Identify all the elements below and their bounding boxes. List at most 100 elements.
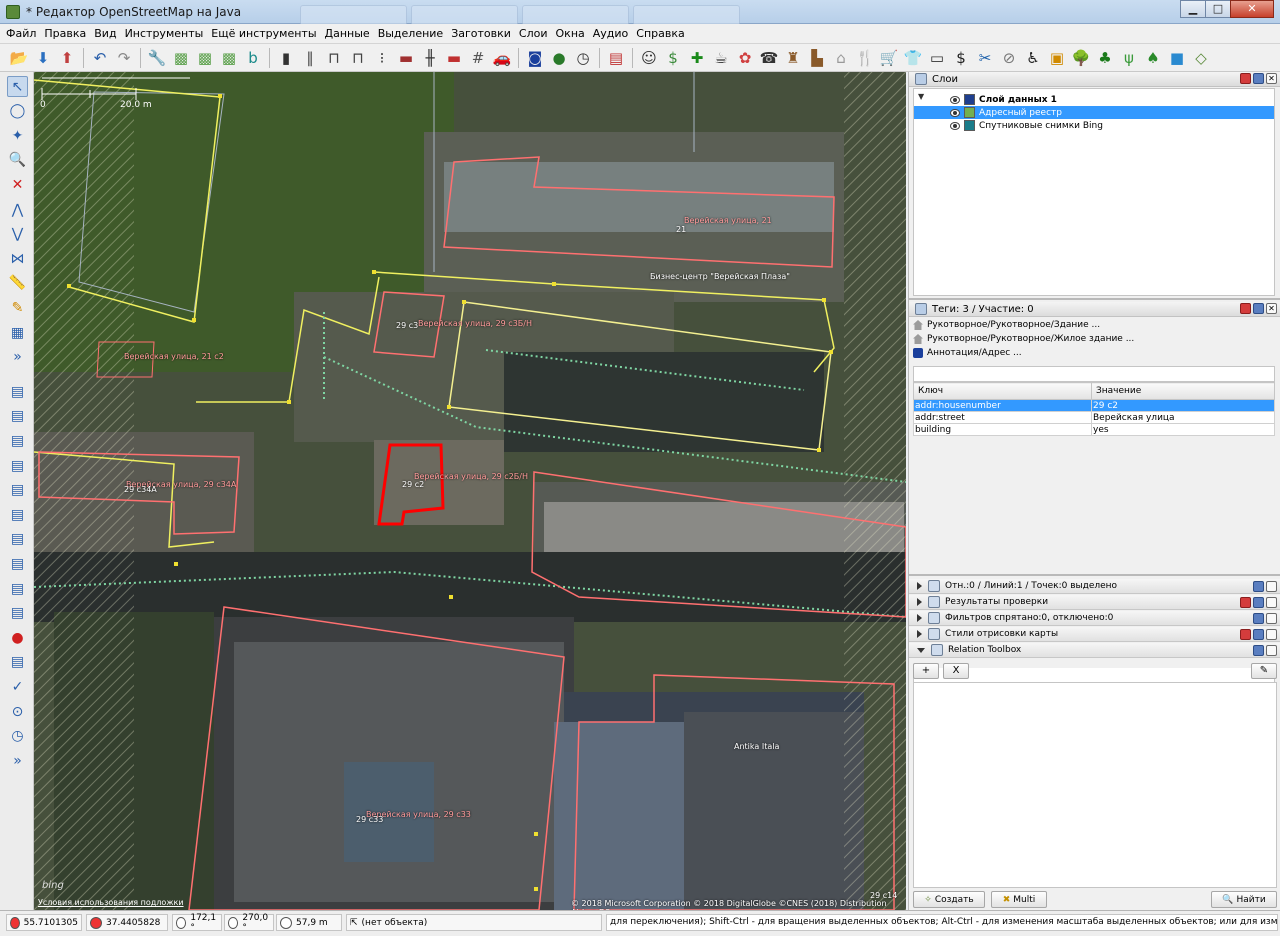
water-icon[interactable]: ■ bbox=[1166, 47, 1188, 69]
tree-icon[interactable]: 🌳 bbox=[1070, 47, 1092, 69]
menu-6[interactable]: Выделение bbox=[378, 27, 444, 40]
panel-header-4[interactable]: Relation Toolbox bbox=[909, 643, 1280, 658]
menu-5[interactable]: Данные bbox=[325, 27, 370, 40]
value-column-header[interactable]: Значение bbox=[1091, 382, 1275, 400]
imagery-offset-icon[interactable]: ⊙ bbox=[7, 701, 28, 722]
telephone-icon[interactable]: ☎ bbox=[758, 47, 780, 69]
maximize-button[interactable]: □ bbox=[1205, 0, 1231, 18]
visibility-eye-icon[interactable] bbox=[950, 108, 960, 117]
theatre-icon[interactable]: ☺ bbox=[638, 47, 660, 69]
menu-11[interactable]: Справка bbox=[636, 27, 684, 40]
tag-checker-icon[interactable]: ◷ bbox=[7, 726, 28, 747]
gps-icon[interactable]: ▤ bbox=[7, 652, 28, 673]
area-icon[interactable]: ◇ bbox=[1190, 47, 1212, 69]
map-view[interactable]: 0 20.0 m Верейская улица, 21 21 Бизнес-цен… bbox=[34, 72, 906, 910]
dollar-icon[interactable]: $ bbox=[950, 47, 972, 69]
panel-close-icon[interactable] bbox=[1240, 629, 1251, 640]
panel-header-1[interactable]: Результаты проверки bbox=[909, 595, 1280, 610]
barrier-icon[interactable]: ▬ bbox=[443, 47, 465, 69]
panel-detach-icon[interactable] bbox=[1253, 73, 1264, 84]
tag-key[interactable]: building bbox=[913, 423, 1092, 436]
join-icon[interactable]: ⋈ bbox=[7, 248, 28, 269]
expand-arrow-icon[interactable] bbox=[917, 582, 922, 590]
edit-relation-button[interactable]: ✎ bbox=[1251, 663, 1277, 679]
clip-icon[interactable]: ⊘ bbox=[998, 47, 1020, 69]
sidebar-expand-icon[interactable]: » bbox=[7, 750, 28, 771]
download-icon[interactable]: ⬇ bbox=[32, 47, 54, 69]
shrub-icon[interactable]: ♠ bbox=[1142, 47, 1164, 69]
panel-minimize-icon[interactable] bbox=[1266, 597, 1277, 608]
cash-icon[interactable]: $ bbox=[662, 47, 684, 69]
balloons-icon[interactable]: ✿ bbox=[734, 47, 756, 69]
preset-link[interactable]: Рукотворное/Рукотворное/Жилое здание ... bbox=[913, 332, 1275, 346]
menu-9[interactable]: Окна bbox=[556, 27, 585, 40]
undo-icon[interactable]: ↶ bbox=[89, 47, 111, 69]
map-paint-icon[interactable]: ▤ bbox=[7, 603, 28, 624]
visibility-eye-icon[interactable] bbox=[950, 121, 960, 130]
shirt-icon[interactable]: 👕 bbox=[902, 47, 924, 69]
wheelchair-icon[interactable]: ♿ bbox=[1022, 47, 1044, 69]
draw-node-icon[interactable]: ✦ bbox=[7, 125, 28, 146]
panel-close-icon[interactable] bbox=[1240, 303, 1251, 314]
find-button[interactable]: 🔍 Найти bbox=[1211, 891, 1277, 908]
history-icon[interactable]: ▤ bbox=[7, 504, 28, 525]
menu-4[interactable]: Ещё инструменты bbox=[211, 27, 316, 40]
restaurant-icon[interactable]: 🍴 bbox=[854, 47, 876, 69]
panel-minimize-icon[interactable]: ✕ bbox=[1266, 303, 1277, 314]
expand-arrow-icon[interactable] bbox=[917, 647, 925, 653]
multi-button[interactable]: ✖ Multi bbox=[991, 891, 1047, 908]
menu-1[interactable]: Правка bbox=[44, 27, 86, 40]
tag-row[interactable]: addr:street Верейская улица bbox=[913, 411, 1275, 424]
redo-icon[interactable]: ↷ bbox=[113, 47, 135, 69]
delete-icon[interactable]: ✕ bbox=[7, 174, 28, 195]
minimize-button[interactable]: ▁ bbox=[1180, 0, 1206, 18]
globe-icon[interactable]: ● bbox=[548, 47, 570, 69]
tag-key[interactable]: addr:housenumber bbox=[913, 399, 1092, 412]
properties-toggle-icon[interactable]: ▤ bbox=[7, 406, 28, 427]
traffic-signals-icon[interactable]: ⁝ bbox=[371, 47, 393, 69]
filter-icon[interactable]: ▤ bbox=[7, 578, 28, 599]
panel-header-2[interactable]: Фильтров спрятано:0, отключено:0 bbox=[909, 611, 1280, 626]
selection-list-icon[interactable]: ▤ bbox=[7, 430, 28, 451]
panel-minimize-icon[interactable]: ✕ bbox=[1266, 73, 1277, 84]
castle-icon[interactable]: ♜ bbox=[782, 47, 804, 69]
menu-8[interactable]: Слои bbox=[519, 27, 548, 40]
panel-detach-icon[interactable] bbox=[1253, 303, 1264, 314]
notes-icon[interactable]: ● bbox=[7, 627, 28, 648]
layers-panel-header[interactable]: Слои ✕ bbox=[909, 72, 1280, 87]
church-icon[interactable]: ⌂ bbox=[830, 47, 852, 69]
panel-header-0[interactable]: Отн.:0 / Линий:1 / Точек:0 выделено bbox=[909, 579, 1280, 594]
building-tool-icon[interactable]: ▦ bbox=[7, 322, 28, 343]
wall-icon[interactable]: ▬ bbox=[395, 47, 417, 69]
panel-detach-icon[interactable] bbox=[1253, 613, 1264, 624]
relation-icon[interactable]: ▤ bbox=[7, 455, 28, 476]
clock-icon[interactable]: ◷ bbox=[572, 47, 594, 69]
pencil-icon[interactable]: ✎ bbox=[7, 297, 28, 318]
layer-row[interactable]: Спутниковые снимки Bing bbox=[914, 119, 1274, 132]
road-icon[interactable]: ∥ bbox=[299, 47, 321, 69]
menu-10[interactable]: Аудио bbox=[593, 27, 629, 40]
panel-minimize-icon[interactable] bbox=[1266, 581, 1277, 592]
upload-icon[interactable]: ⬆ bbox=[56, 47, 78, 69]
measure-icon[interactable]: 📏 bbox=[7, 273, 28, 294]
expand-arrow-icon[interactable] bbox=[917, 614, 922, 622]
bridge-icon[interactable]: ⊓ bbox=[323, 47, 345, 69]
menu-2[interactable]: Вид bbox=[94, 27, 116, 40]
layers-toggle-icon[interactable]: ▤ bbox=[7, 381, 28, 402]
tag-value[interactable]: yes bbox=[1091, 423, 1275, 436]
menu-0[interactable]: Файл bbox=[6, 27, 36, 40]
panel-detach-icon[interactable] bbox=[1253, 629, 1264, 640]
panel-minimize-icon[interactable] bbox=[1266, 645, 1277, 656]
zoom-icon[interactable]: 🔍 bbox=[7, 150, 28, 171]
more-icon[interactable]: » bbox=[7, 347, 28, 368]
terms-of-use-link[interactable]: Условия использования подложки bbox=[38, 898, 184, 907]
imagery-icon[interactable]: ▩ bbox=[194, 47, 216, 69]
layer-row[interactable]: Адресный реестр bbox=[914, 106, 1274, 119]
visibility-eye-icon[interactable] bbox=[950, 95, 960, 104]
tag-row[interactable]: addr:housenumber 29 с2 bbox=[913, 399, 1275, 412]
panel-minimize-icon[interactable] bbox=[1266, 629, 1277, 640]
layer-row[interactable]: Слой данных 1 bbox=[914, 93, 1274, 106]
add-member-button[interactable]: + bbox=[913, 663, 939, 679]
route-icon[interactable]: ◙ bbox=[524, 47, 546, 69]
factory-icon[interactable]: ▙ bbox=[806, 47, 828, 69]
